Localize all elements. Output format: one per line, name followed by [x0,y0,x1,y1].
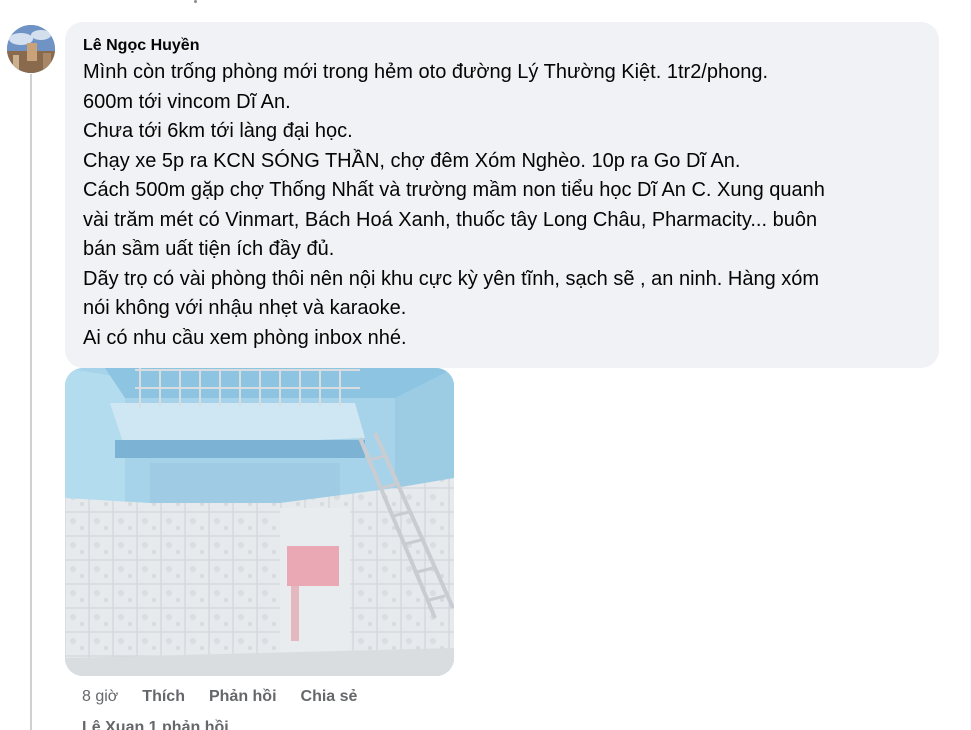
comment-line: bán sầm uất tiện ích đầy đủ. [83,238,335,260]
view-replies-link[interactable]: Lê Xuan 1 phản hồi [82,719,229,730]
comment-timestamp[interactable]: 8 giờ [82,688,118,706]
like-button[interactable]: Thích [142,688,185,706]
comment-line: Chạy xe 5p ra KCN SÓNG THẦN, chợ đêm Xóm… [83,149,741,172]
comment-line: 600m tới vincom Dĩ An. [83,90,291,113]
comment-line: Ai có nhu cầu xem phòng inbox nhé. [83,326,407,349]
share-button[interactable]: Chia sẻ [301,688,358,706]
comment-bubble: Lê Ngọc Huyền Mình còn trống phòng mới t… [65,22,939,368]
comment-line: Mình còn trống phòng mới trong hẻm oto đ… [83,61,769,83]
comment-line: vài trăm mét có Vinmart, Bách Hoá Xanh, … [83,208,818,231]
avatar[interactable] [7,25,55,73]
author-name[interactable]: Lê Ngọc Huyền [83,35,921,57]
avatar-image [7,25,55,73]
comment-line: Dãy trọ có vài phòng thôi nên nội khu cự… [83,267,820,290]
room-photo-icon [65,368,454,676]
reply-button[interactable]: Phản hồi [209,688,277,706]
comment-photo[interactable] [65,368,454,676]
thread-line [30,74,32,730]
comment-actions: 8 giờ Thích Phản hồi Chia sẻ [82,686,381,708]
comment-thread: Lê Ngọc Huyền Mình còn trống phòng mới t… [0,0,971,730]
comment-line: nói không với nhậu nhẹt và karaoke. [83,297,407,319]
comment-line: Cách 500m gặp chợ Thống Nhất và trường m… [83,179,825,201]
comment-line: Chưa tới 6km tới làng đại học. [83,120,353,142]
separator-dot [194,0,197,3]
